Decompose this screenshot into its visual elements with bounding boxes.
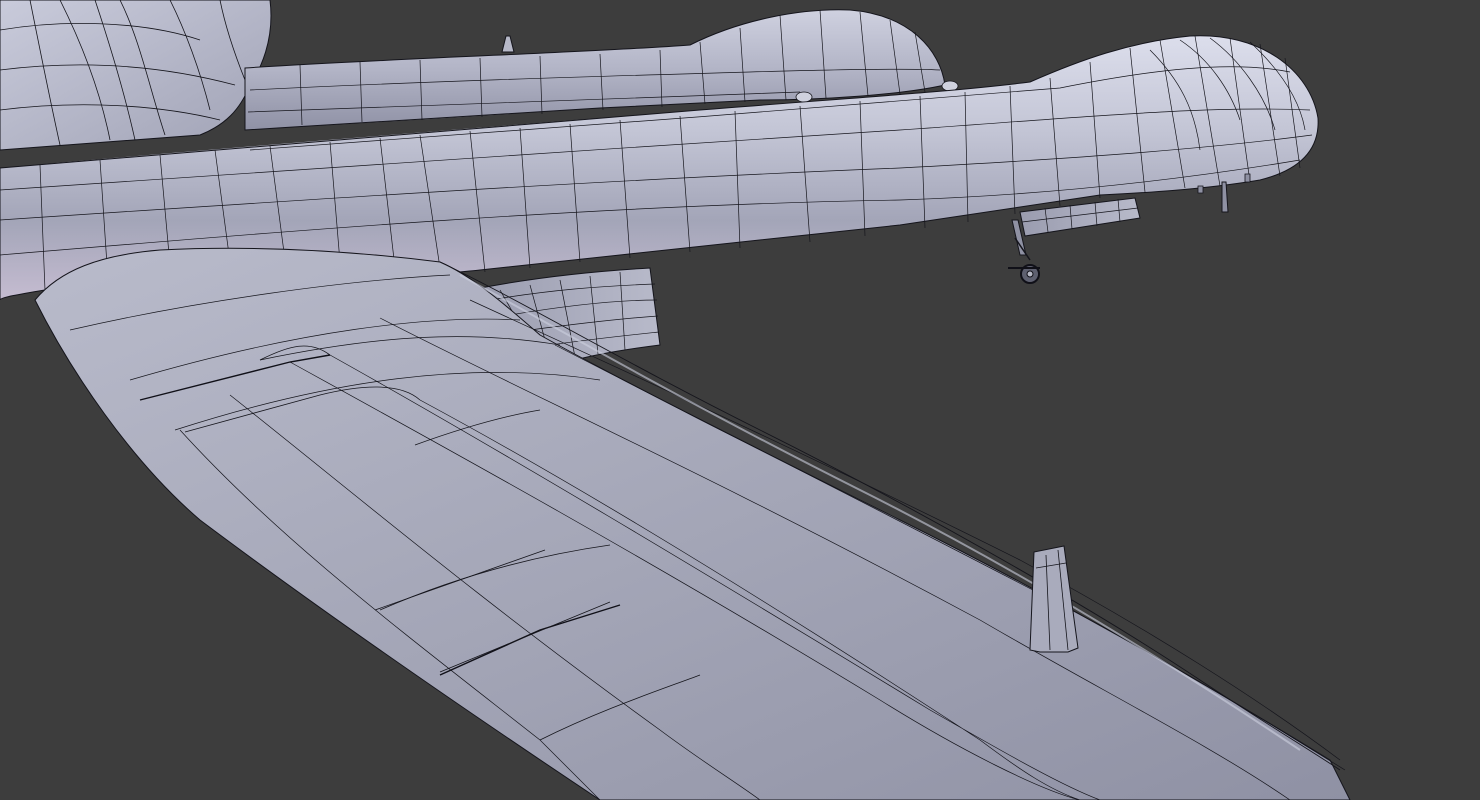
3d-viewport[interactable] [0, 0, 1480, 800]
fuselage[interactable] [0, 0, 272, 151]
left-wing[interactable] [34, 247, 1351, 800]
wing-fence[interactable] [1029, 545, 1079, 653]
antenna [501, 35, 515, 53]
viewport-canvas[interactable] [0, 0, 1480, 800]
sensor-bump-1 [795, 91, 813, 103]
